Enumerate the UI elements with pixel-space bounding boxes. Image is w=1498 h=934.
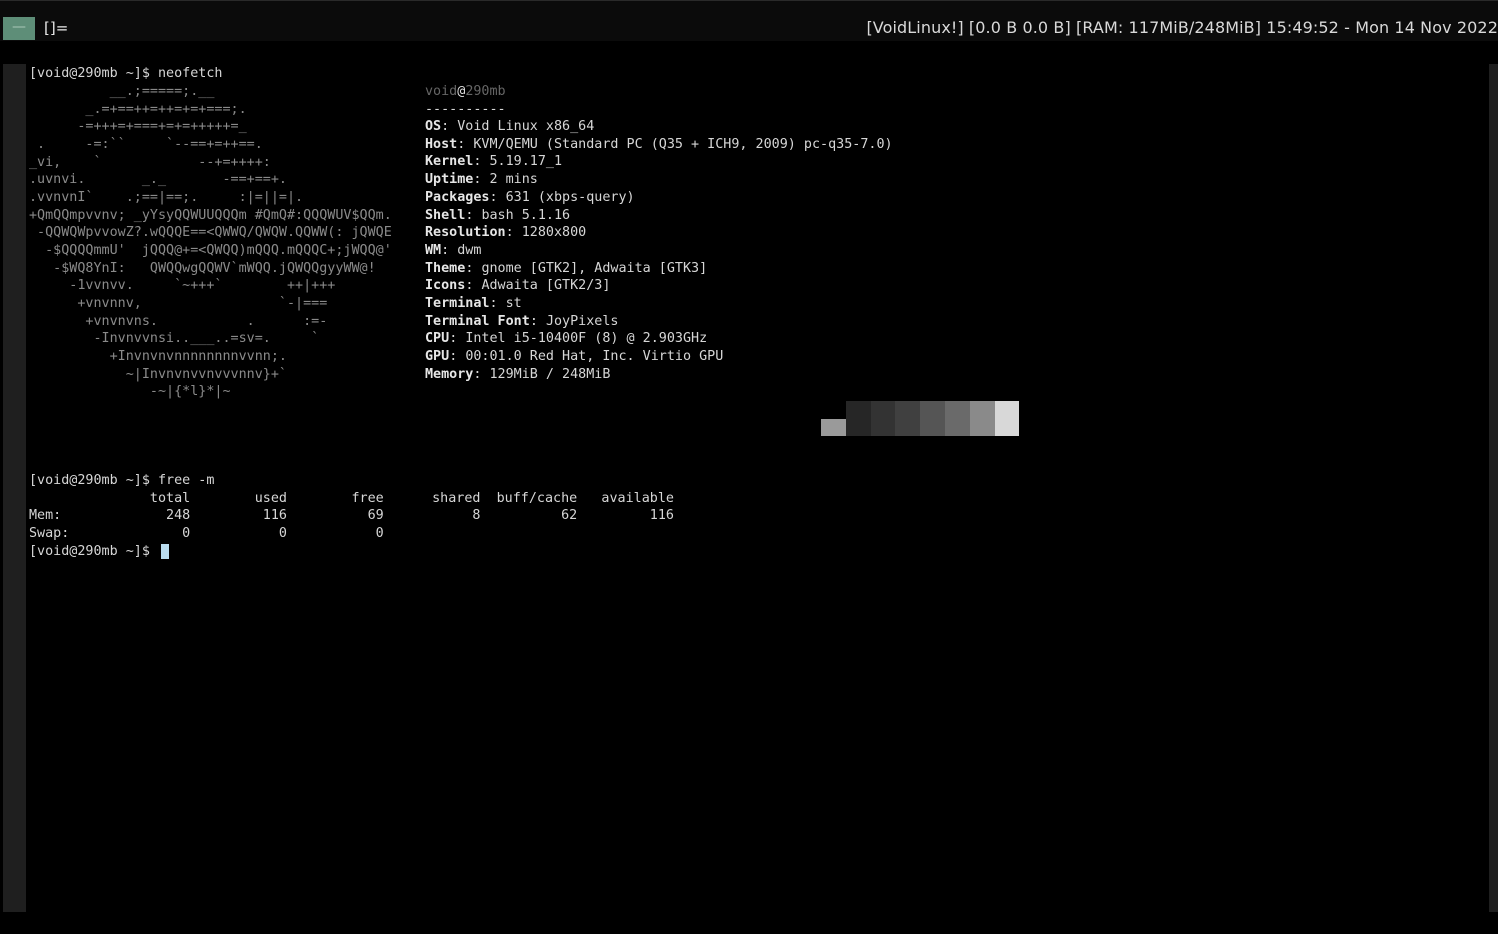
- info-value: st: [505, 296, 522, 311]
- layout-symbol[interactable]: []=: [44, 19, 68, 37]
- logo-line: -QQWQWpvvowZ?.wQQQE==<QWWQ/QWQW.QQWW(: j…: [29, 225, 392, 240]
- logo-line: -=+++=+===+=+=+++++=_: [29, 119, 247, 134]
- palette-swatch: [895, 401, 921, 436]
- info-row: Icons: Adwaita [GTK2/3]: [425, 278, 611, 294]
- free-mem-row: Mem: 248 116 69 8 62 116: [29, 508, 674, 523]
- info-key: CPU: [425, 331, 450, 347]
- info-key: Host: [425, 136, 458, 152]
- window-border-left: [3, 64, 26, 912]
- info-row: Kernel: 5.19.17_1: [425, 154, 563, 170]
- palette-swatch: [821, 419, 846, 436]
- logo-line: +vnvnvns. . :=-: [29, 314, 328, 329]
- tag-1-button[interactable]: —: [3, 17, 35, 40]
- info-key: Terminal: [425, 296, 490, 311]
- info-value: Void Linux x86_64: [457, 119, 595, 134]
- info-row: Uptime: 2 mins: [425, 172, 538, 188]
- info-row: Packages: 631 (xbps-query): [425, 189, 635, 205]
- prompt: [void@290mb ~]$: [29, 473, 150, 488]
- logo-line: .vvnvnI` .;==|==;. :|=||=|.: [29, 190, 304, 205]
- logo-line: +Invnvnvnnnnnnnnvvnn;.: [29, 349, 287, 364]
- info-row: Terminal Font: JoyPixels: [425, 313, 619, 329]
- free-swap-row: Swap: 0 0 0: [29, 526, 384, 541]
- command-text: neofetch: [158, 66, 223, 81]
- logo-line: __.;=====;.__: [29, 84, 215, 99]
- info-value: KVM/QEMU (Standard PC (Q35 + ICH9, 2009)…: [473, 136, 893, 152]
- command-text: free -m: [158, 473, 215, 488]
- info-value: JoyPixels: [545, 313, 619, 329]
- info-separator: ----------: [425, 102, 506, 117]
- logo-line: -$WQ8YnI: QWQQwgQQWV`mWQQ.jQWQQgyyWW@!: [29, 261, 376, 276]
- info-key: Uptime: [425, 172, 474, 188]
- info-key: Kernel: [425, 154, 474, 170]
- prompt: [void@290mb ~]$: [29, 66, 150, 81]
- logo-line: .uvnvi. _._ -==+==+.: [29, 172, 287, 187]
- palette-swatch: [920, 401, 945, 436]
- info-row: Shell: bash 5.1.16: [425, 207, 571, 223]
- info-value: 2 mins: [489, 172, 538, 188]
- logo-line: -Invnvvnsi..___..=sv=. `: [29, 331, 320, 346]
- prompt: [void@290mb ~]$: [29, 544, 150, 559]
- logo-line: -~|{*l}*|~: [29, 384, 231, 399]
- free-header: total used free shared buff/cache availa…: [29, 491, 674, 506]
- info-row: Memory: 129MiB / 248MiB: [425, 366, 611, 382]
- info-key: Terminal Font: [425, 313, 530, 329]
- info-value: Intel i5-10400F (8) @ 2.903GHz: [465, 331, 708, 347]
- logo-line: +QmQQmpvvnv; _yYsyQQWUUQQQm #QmQ#:QQQWUV…: [29, 208, 392, 223]
- palette-swatch: [945, 401, 970, 436]
- info-key: Packages: [425, 189, 490, 205]
- info-key: Memory: [425, 366, 474, 382]
- logo-line: -$QQQQmmU' jQQQ@+=<QWQQ)mQQQ.mQQQC+;jWQQ…: [29, 243, 392, 258]
- prompt-line[interactable]: [void@290mb ~]$: [29, 543, 150, 561]
- info-key: Shell: [425, 207, 466, 223]
- prompt-line: [void@290mb ~]$ free -m: [29, 472, 214, 490]
- status-text: [VoidLinux!] [0.0 B 0.0 B] [RAM: 117MiB/…: [866, 18, 1498, 37]
- info-key: OS: [425, 119, 442, 134]
- logo-line: . -=:`` `--==+=++==.: [29, 137, 263, 152]
- info-key: GPU: [425, 349, 450, 365]
- logo-line: _.=+==++=++=+=+===;.: [29, 102, 247, 117]
- info-key: Icons: [425, 278, 466, 294]
- info-value: Adwaita [GTK2/3]: [481, 278, 611, 294]
- info-row: Host: KVM/QEMU (Standard PC (Q35 + ICH9,…: [425, 136, 893, 152]
- prompt-line: [void@290mb ~]$ neofetch: [29, 65, 223, 83]
- info-key: Resolution: [425, 225, 506, 241]
- info-user: void: [425, 84, 458, 99]
- info-row: Terminal: st: [425, 296, 522, 311]
- info-value: 00:01.0 Red Hat, Inc. Virtio GPU: [465, 349, 724, 365]
- info-row: Theme: gnome [GTK2], Adwaita [GTK3]: [425, 260, 708, 276]
- info-row: Resolution: 1280x800: [425, 225, 587, 241]
- palette-swatch: [870, 401, 896, 436]
- palette-swatch: [969, 401, 995, 436]
- info-row: CPU: Intel i5-10400F (8) @ 2.903GHz: [425, 331, 708, 347]
- user-host: void@290mb: [425, 84, 506, 99]
- info-value: 129MiB / 248MiB: [489, 366, 611, 382]
- logo-line: ~|Invnvnvvnvvvnnv}+`: [29, 367, 287, 382]
- logo-line: -1vvnvv. `~+++` ++|+++: [29, 278, 336, 293]
- logo-line: _vi, ` --+=++++:: [29, 155, 271, 170]
- info-host: 290mb: [465, 84, 506, 99]
- logo-line: +vnvnnv, `-|===: [29, 296, 328, 311]
- info-row: WM: dwm: [425, 242, 482, 258]
- info-value: 1280x800: [521, 225, 587, 241]
- info-row: GPU: 00:01.0 Red Hat, Inc. Virtio GPU: [425, 349, 724, 365]
- info-value: bash 5.1.16: [481, 207, 571, 223]
- info-key: Theme: [425, 260, 466, 276]
- palette-swatch: [994, 401, 1020, 436]
- window-border-right: [1489, 64, 1498, 912]
- palette-swatch: [845, 401, 871, 436]
- info-value: dwm: [457, 242, 482, 258]
- status-bar: — []= [VoidLinux!] [0.0 B 0.0 B] [RAM: 1…: [0, 0, 1498, 41]
- info-value: gnome [GTK2], Adwaita [GTK3]: [481, 260, 708, 276]
- info-value: 5.19.17_1: [489, 154, 563, 170]
- info-row: OS: Void Linux x86_64: [425, 119, 595, 134]
- info-value: 631 (xbps-query): [505, 189, 635, 205]
- text-cursor: [161, 544, 169, 559]
- info-key: WM: [425, 242, 442, 258]
